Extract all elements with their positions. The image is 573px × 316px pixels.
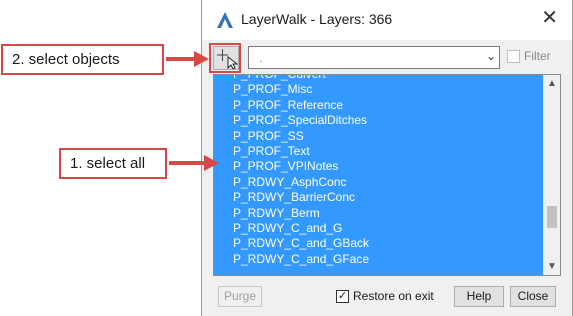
layer-list-item[interactable]: P_RDWY_BarrierConc — [214, 190, 543, 205]
layer-list-item[interactable]: P_PROF_Text — [214, 144, 543, 159]
layer-list-item[interactable]: P_RDWY_C_and_G — [214, 221, 543, 236]
layer-list[interactable]: P_PROF_CulvertP_PROF_MiscP_PROF_Referenc… — [213, 74, 561, 276]
callout-select-objects: 2. select objects — [1, 44, 164, 75]
layer-list-items[interactable]: P_PROF_CulvertP_PROF_MiscP_PROF_Referenc… — [214, 75, 543, 275]
chevron-down-icon[interactable]: ⌄ — [486, 49, 496, 63]
layer-list-item[interactable]: P_PROF_Misc — [214, 82, 543, 97]
layer-list-item[interactable]: P_PROF_SS — [214, 129, 543, 144]
title-bar: LayerWalk - Layers: 366 ✕ — [202, 0, 572, 40]
pick-cursor-icon — [217, 49, 238, 69]
layer-list-item[interactable]: P_RDWY_Berm — [214, 206, 543, 221]
callout-select-all: 1. select all — [59, 148, 167, 179]
layer-list-item[interactable]: P_RDWY_C_and_GBack — [214, 236, 543, 251]
filter-checkbox[interactable] — [507, 50, 520, 63]
layer-list-item[interactable]: P_PROF_VPINotes — [214, 159, 543, 174]
layer-list-item[interactable]: P_PROF_Culvert — [214, 75, 543, 82]
help-button[interactable]: Help — [454, 286, 504, 307]
close-button[interactable]: Close — [510, 286, 556, 307]
layerwalk-dialog: LayerWalk - Layers: 366 ✕ . ⌄ Filter P_P… — [201, 0, 573, 316]
filter-label: Filter — [524, 49, 551, 63]
layer-list-item[interactable]: P_RDWY_AsphConc — [214, 175, 543, 190]
restore-on-exit-checkbox[interactable]: ✓ — [336, 290, 349, 303]
scroll-down-icon[interactable]: ▼ — [547, 261, 557, 272]
scrollbar-thumb[interactable] — [547, 206, 557, 228]
combo-value: . — [259, 51, 263, 65]
scroll-up-icon[interactable]: ▲ — [547, 78, 557, 89]
list-scrollbar[interactable]: ▲ ▼ — [543, 75, 560, 275]
close-icon[interactable]: ✕ — [541, 8, 558, 28]
window-title: LayerWalk - Layers: 366 — [241, 11, 393, 27]
autocad-icon — [217, 12, 233, 28]
restore-on-exit-label: Restore on exit — [353, 289, 434, 303]
layer-list-item[interactable]: P_PROF_SpecialDitches — [214, 113, 543, 128]
layer-combobox[interactable]: . ⌄ — [248, 46, 500, 69]
layer-list-item[interactable]: P_RDWY_C_and_GFace — [214, 252, 543, 267]
layer-list-item[interactable]: P_PROF_Reference — [214, 98, 543, 113]
purge-button[interactable]: Purge — [218, 286, 262, 307]
select-objects-button[interactable] — [213, 46, 239, 70]
